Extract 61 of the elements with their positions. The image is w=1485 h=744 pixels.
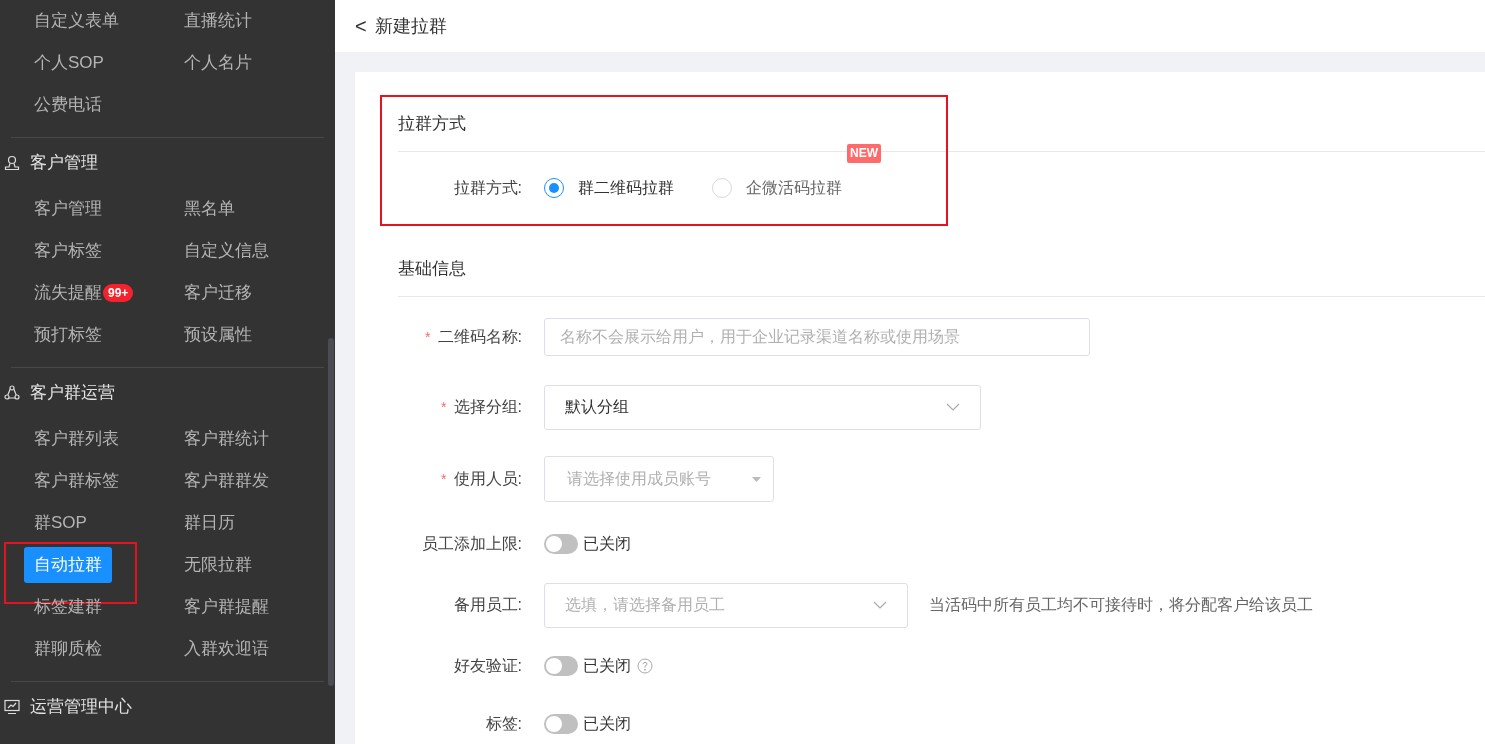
sidebar-item[interactable]: 流失提醒: [24, 275, 102, 311]
select-field[interactable]: 默认分组: [544, 384, 981, 430]
chevron-down-icon: [873, 601, 887, 609]
required-mark: *: [425, 327, 431, 347]
cluster-icon: [4, 385, 20, 401]
field-label: 好友验证:: [453, 656, 522, 676]
sidebar-item[interactable]: 群聊质检: [24, 631, 112, 667]
page-title: 新建拉群: [374, 14, 447, 38]
required-mark: *: [441, 469, 447, 489]
chevron-down-icon: [946, 403, 960, 411]
sidebar-item[interactable]: 预打标签: [24, 317, 112, 353]
sidebar-item[interactable]: 个人SOP: [24, 45, 114, 81]
sidebar-item[interactable]: 预设属性: [174, 317, 262, 353]
toggle-switch[interactable]: [544, 714, 578, 734]
field-label: 二维码名称:: [437, 327, 522, 347]
hint-text: 当活码中所有员工均不可接待时，将分配客户给该员工: [929, 595, 1313, 615]
toggle-switch[interactable]: [544, 656, 578, 676]
field-label: 拉群方式:: [453, 178, 522, 198]
sidebar-item[interactable]: 自定义表单: [24, 3, 129, 39]
sidebar-item[interactable]: 客户群提醒: [174, 589, 279, 625]
sidebar-item[interactable]: 客户群列表: [24, 421, 129, 457]
sidebar-item[interactable]: 客户群群发: [174, 463, 279, 499]
sidebar-item[interactable]: 公费电话: [24, 87, 112, 123]
count-badge: 99+: [103, 284, 134, 302]
sidebar-item[interactable]: 客户管理: [24, 191, 112, 227]
sidebar-item[interactable]: 自动拉群: [24, 547, 112, 583]
sidebar-group-title[interactable]: 客户管理: [30, 150, 98, 176]
field-label: 使用人员:: [453, 469, 522, 489]
text-input[interactable]: 名称不会展示给用户，用于企业记录渠道名称或使用场景: [544, 318, 1090, 356]
toggle-switch[interactable]: [544, 534, 578, 554]
required-mark: *: [441, 397, 447, 417]
sidebar-item[interactable]: 客户迁移: [174, 275, 262, 311]
sidebar-item[interactable]: 自定义信息: [174, 233, 279, 269]
sidebar-item[interactable]: 客户群标签: [24, 463, 129, 499]
sidebar-item[interactable]: 客户标签: [24, 233, 112, 269]
sidebar-group-title[interactable]: 运营管理中心: [30, 694, 132, 720]
sidebar-item[interactable]: 客户群统计: [174, 421, 279, 457]
section-title: 基础信息: [398, 258, 466, 281]
sidebar-item[interactable]: 直播统计: [174, 3, 262, 39]
switch-status: 已关闭: [583, 714, 631, 734]
field-label: 标签:: [485, 714, 522, 734]
field-label: 员工添加上限:: [421, 534, 522, 554]
sidebar-item[interactable]: 群SOP: [24, 505, 97, 541]
field-label: 选择分组:: [453, 397, 522, 417]
sidebar-item[interactable]: 入群欢迎语: [174, 631, 279, 667]
radio-label[interactable]: 群二维码拉群: [578, 176, 674, 200]
back-button[interactable]: <: [355, 11, 367, 41]
sidebar-item[interactable]: 个人名片: [174, 45, 262, 81]
caret-icon: [752, 476, 761, 482]
sidebar-item[interactable]: 群日历: [174, 505, 245, 541]
chart-monitor-icon: [4, 699, 20, 715]
section-title: 拉群方式: [398, 113, 466, 136]
sidebar-item[interactable]: 无限拉群: [174, 547, 262, 583]
radio-label[interactable]: 企微活码拉群: [746, 176, 842, 200]
switch-status: 已关闭: [583, 656, 631, 676]
user-icon: [4, 155, 20, 171]
field-label: 备用员工:: [453, 595, 522, 615]
sidebar-item[interactable]: 黑名单: [174, 191, 245, 227]
new-badge: NEW: [847, 144, 881, 163]
switch-status: 已关闭: [583, 534, 631, 554]
sidebar-group-title[interactable]: 客户群运营: [30, 380, 115, 406]
